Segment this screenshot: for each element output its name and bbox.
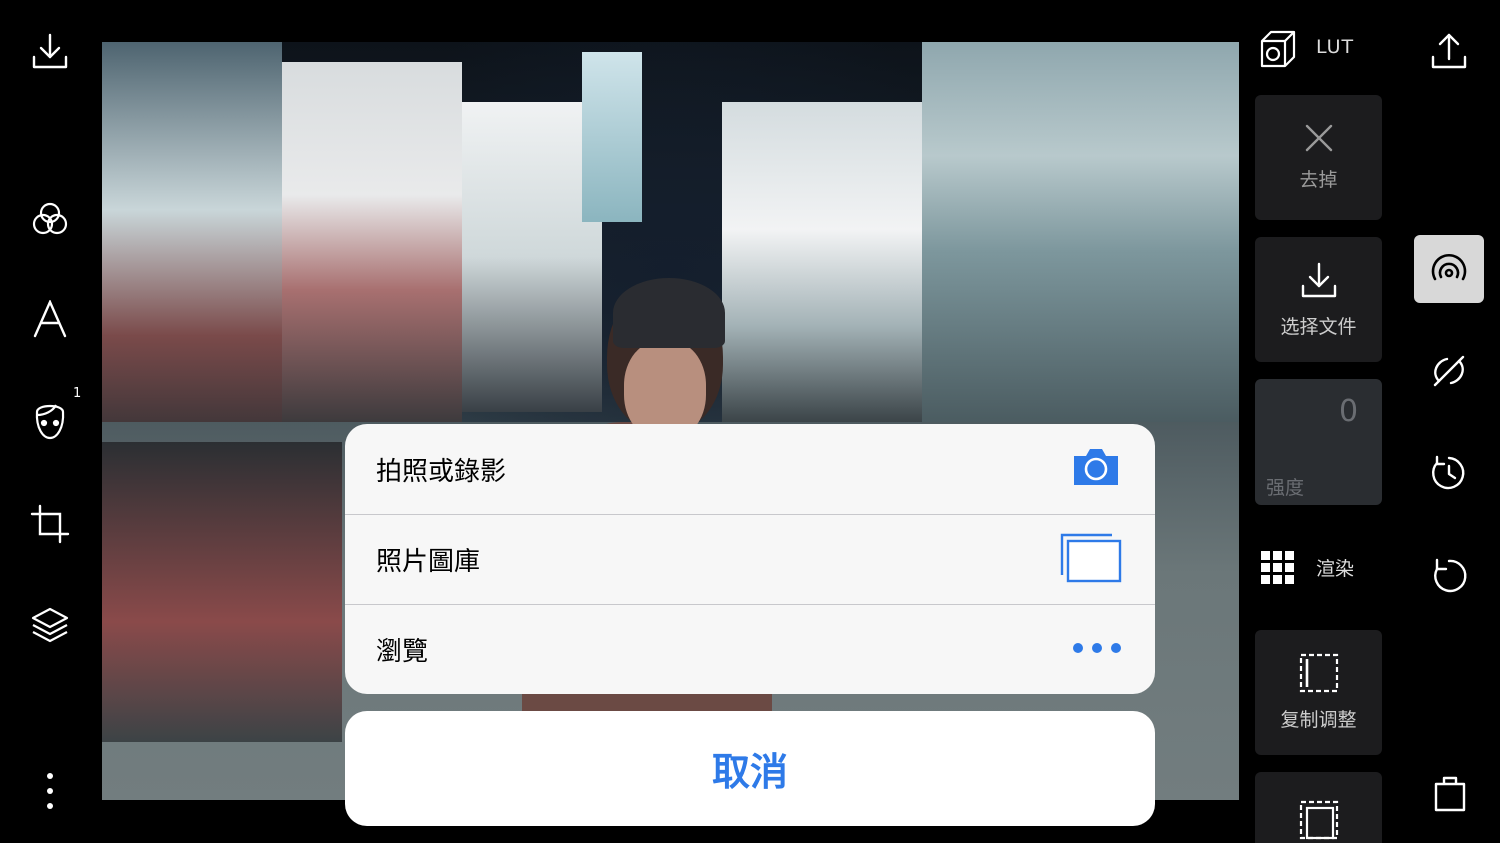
car-left (102, 442, 342, 742)
text-icon[interactable] (29, 298, 71, 340)
option-label: 瀏覽 (376, 637, 429, 667)
option-label: 拍照或錄影 (376, 456, 507, 487)
camera-icon (1070, 446, 1122, 492)
strength-value: 0 (1339, 394, 1359, 429)
building-center-right (722, 102, 922, 422)
face-badge: 1 (73, 386, 82, 401)
select-file-label: 选择文件 (1280, 316, 1357, 338)
history-icon[interactable] (1428, 452, 1470, 494)
building-left (102, 42, 282, 462)
option-browse[interactable]: 瀏覽 (345, 604, 1155, 694)
select-file-button[interactable]: 选择文件 (1255, 237, 1382, 362)
undo-icon[interactable] (1428, 554, 1470, 596)
option-label: 照片圖庫 (376, 547, 481, 577)
copy-adjust-icon (1299, 653, 1338, 693)
face-icon[interactable] (29, 399, 71, 443)
crop-icon[interactable] (29, 503, 71, 545)
lut-cube-icon[interactable] (1258, 28, 1298, 70)
billboard-center-left (462, 102, 602, 412)
cancel-button[interactable]: 取消 (345, 711, 1155, 826)
render-grid-icon[interactable] (1258, 548, 1298, 588)
option-photo-library[interactable]: 照片圖庫 (345, 514, 1155, 604)
remove-button[interactable]: 去掉 (1255, 95, 1382, 220)
render-label[interactable]: 渲染 (1316, 554, 1354, 581)
person-beanie (613, 278, 725, 348)
billboard-tall (582, 52, 642, 222)
lut-tool-button[interactable] (1414, 235, 1484, 303)
strength-slider[interactable]: 0 强度 (1255, 379, 1382, 505)
action-sheet: 拍照或錄影 照片圖庫 瀏覽 (345, 424, 1155, 694)
download-file-icon (1301, 262, 1336, 298)
copy-adjust-button[interactable]: 复制调整 (1255, 630, 1382, 755)
share-upload-icon[interactable] (1428, 30, 1470, 72)
close-icon (1305, 124, 1332, 152)
bag-icon[interactable] (1430, 772, 1470, 814)
filters-icon[interactable] (29, 198, 71, 240)
option-take-photo-or-video[interactable]: 拍照或錄影 (345, 424, 1155, 514)
cancel-label: 取消 (711, 750, 788, 794)
more-vertical-icon[interactable] (40, 770, 60, 812)
copy-adjust-label: 复制调整 (1280, 709, 1357, 731)
heal-icon[interactable] (1428, 350, 1470, 392)
left-toolbar: 1 (0, 0, 102, 843)
lut-label[interactable]: LUT (1316, 36, 1354, 58)
paste-adjust-button[interactable] (1255, 772, 1382, 843)
building-right (922, 42, 1239, 422)
building-left-2 (282, 62, 462, 442)
photo-library-icon (1060, 533, 1122, 587)
download-icon[interactable] (29, 30, 71, 72)
strength-label: 强度 (1266, 477, 1305, 499)
remove-label: 去掉 (1299, 169, 1338, 191)
lut-tool-icon (1427, 248, 1471, 290)
layers-icon[interactable] (29, 604, 71, 646)
ellipsis-icon (1072, 640, 1122, 659)
paste-adjust-icon (1299, 800, 1338, 840)
